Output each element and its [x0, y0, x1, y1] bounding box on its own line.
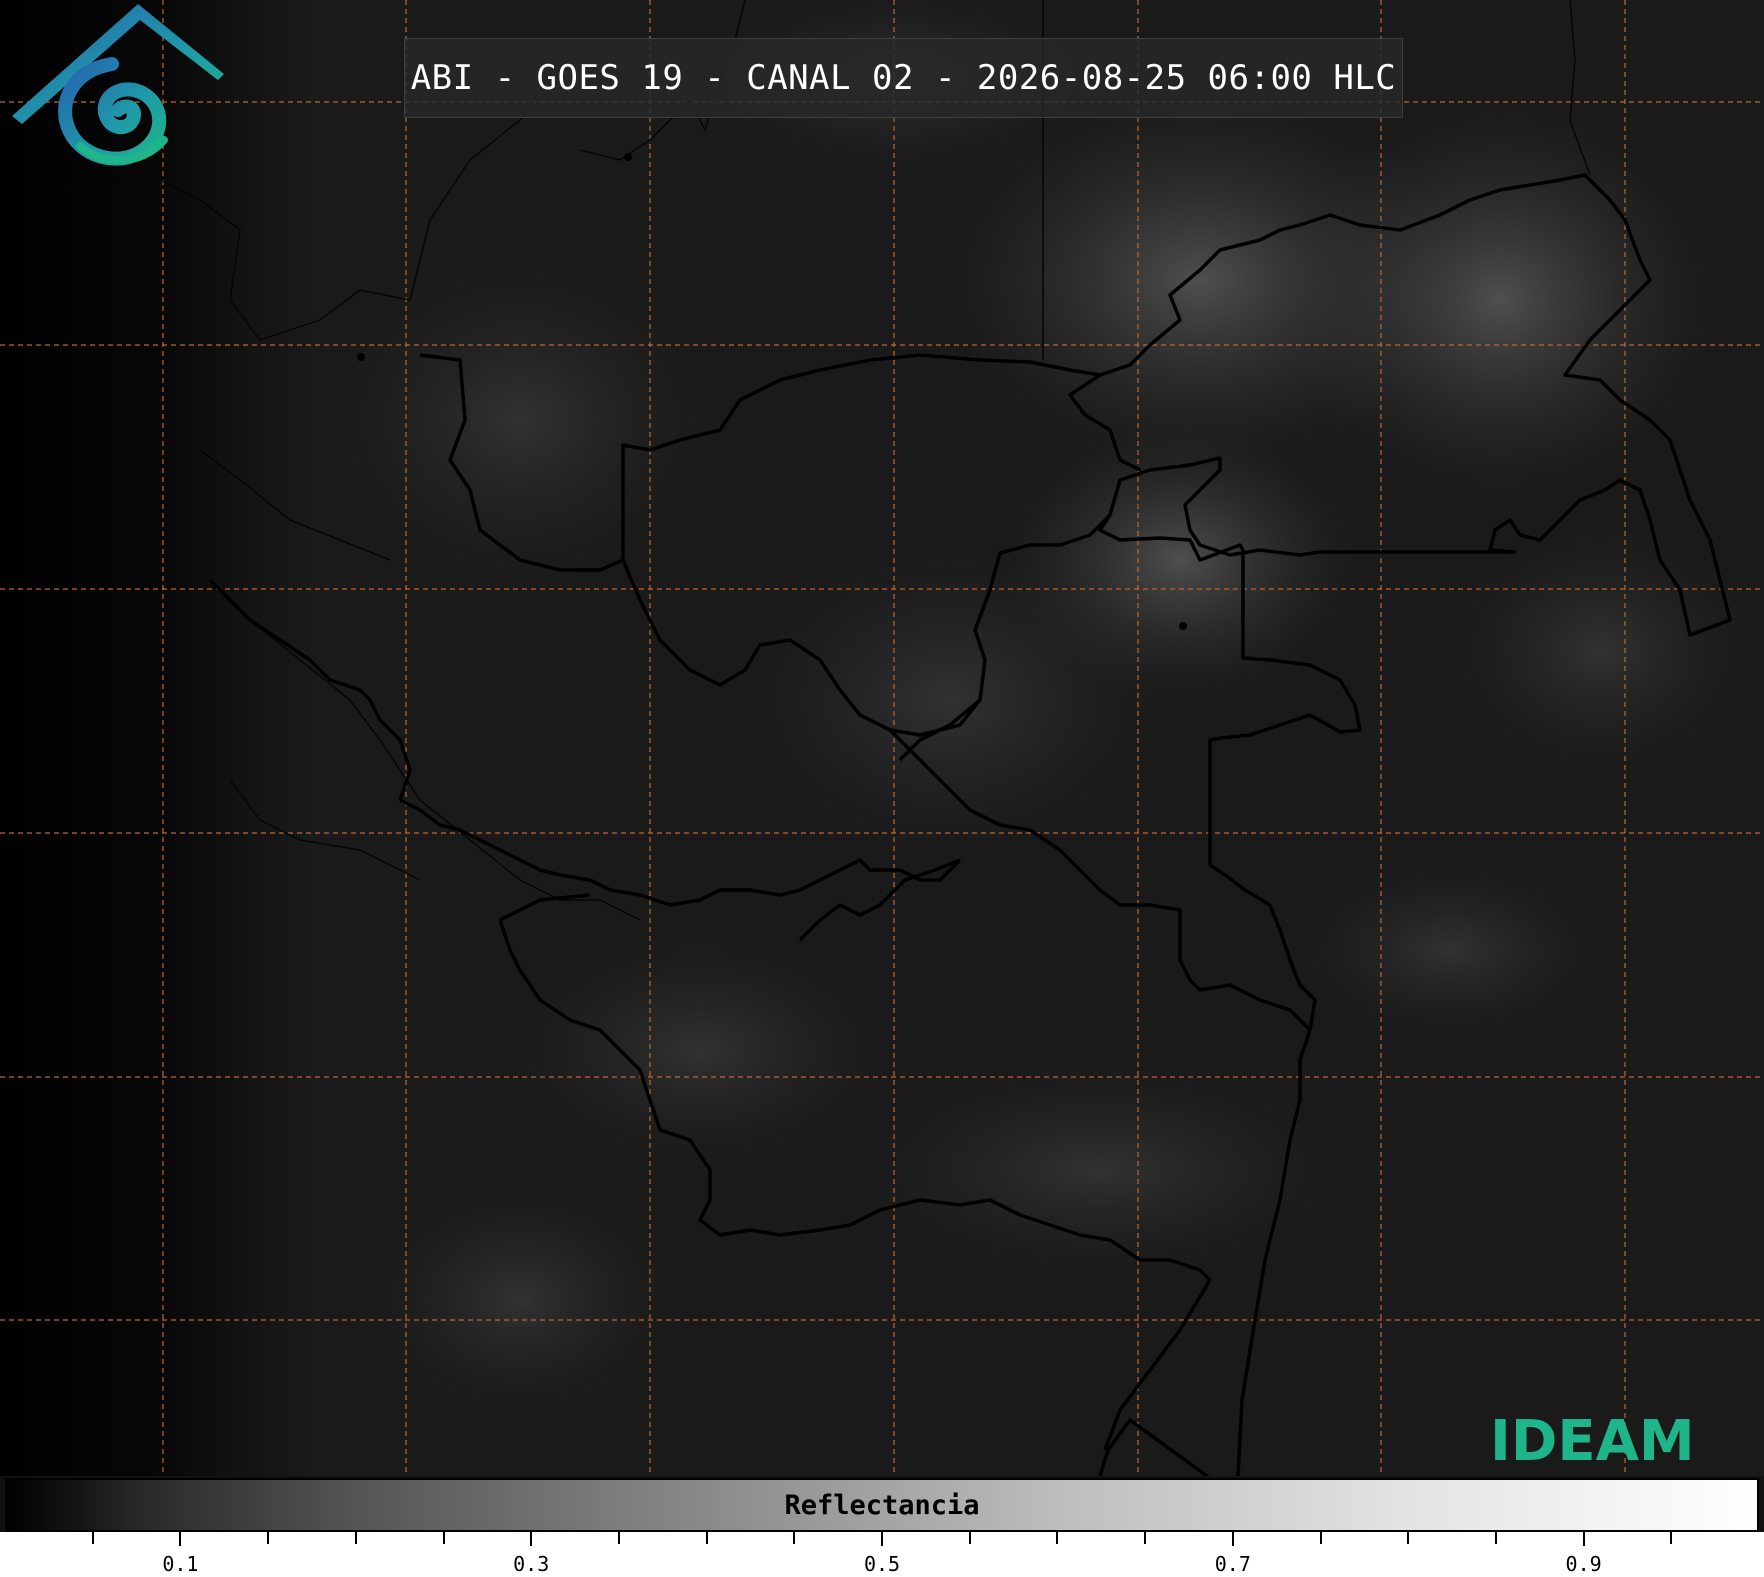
city-marker	[1179, 622, 1187, 630]
colorbar-tick-label: 0.5	[863, 1552, 901, 1576]
city-marker	[624, 153, 632, 161]
colorbar-minor-tick	[442, 1532, 445, 1544]
colorbar-minor-tick	[1407, 1532, 1410, 1544]
colorbar-minor-tick	[968, 1532, 971, 1544]
map-layer	[0, 0, 1764, 1476]
colorbar-minor-tick	[1144, 1532, 1147, 1544]
colorbar-axis: 0.1 0.3 0.5 0.7 0.9	[0, 1532, 1764, 1577]
ideam-logo-text: IDEAM	[1490, 1409, 1695, 1474]
colorbar-minor-tick	[1670, 1532, 1673, 1544]
colorbar-tick-label: 0.9	[1565, 1552, 1602, 1576]
colorbar-minor-tick	[1319, 1532, 1322, 1544]
colorbar-minor-tick	[705, 1532, 708, 1544]
colorbar-major-tick	[1582, 1532, 1585, 1546]
colorbar-major-tick	[530, 1532, 533, 1546]
colorbar: Reflectancia	[5, 1478, 1759, 1532]
satellite-map: ABI - GOES 19 - CANAL 02 - 2026-08-25 06…	[0, 0, 1764, 1476]
colorbar-minor-tick	[617, 1532, 620, 1544]
colorbar-label: Reflectancia	[784, 1489, 980, 1521]
colorbar-major-tick	[179, 1532, 182, 1546]
colorbar-minor-tick	[1494, 1532, 1497, 1544]
colorbar-minor-tick	[267, 1532, 270, 1544]
ideam-logo-icon	[12, 4, 224, 166]
colorbar-tick-label: 0.7	[1214, 1552, 1251, 1576]
colorbar-minor-tick	[91, 1532, 94, 1544]
colorbar-minor-tick	[1056, 1532, 1059, 1544]
colorbar-major-tick	[1231, 1532, 1234, 1546]
colorbar-minor-tick	[793, 1532, 796, 1544]
city-marker	[357, 353, 365, 361]
colorbar-tick-label: 0.3	[513, 1552, 550, 1576]
map-title: ABI - GOES 19 - CANAL 02 - 2026-08-25 06…	[410, 58, 1397, 98]
colorbar-major-tick	[881, 1532, 883, 1546]
colorbar-tick-label: 0.1	[162, 1552, 199, 1576]
title-banner: ABI - GOES 19 - CANAL 02 - 2026-08-25 06…	[404, 38, 1403, 118]
colorbar-minor-tick	[354, 1532, 357, 1544]
